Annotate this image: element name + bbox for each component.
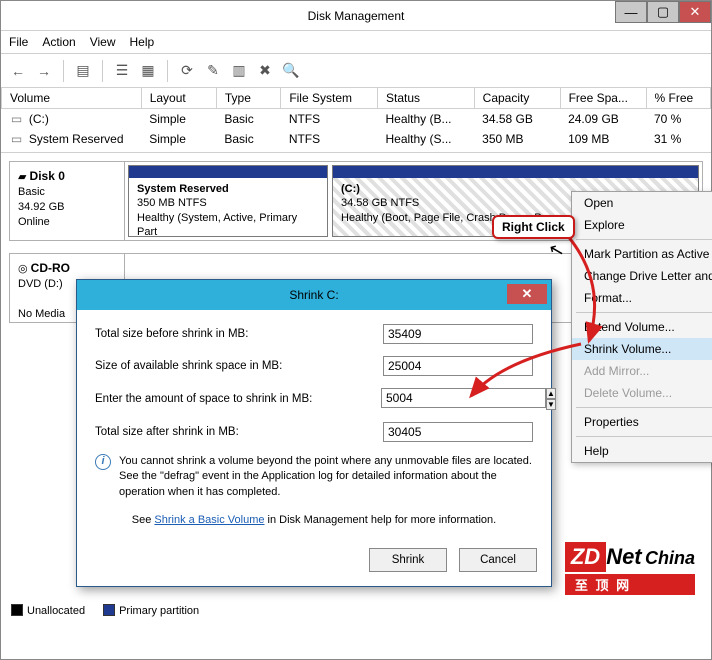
- disk-title: Disk 0: [30, 169, 65, 183]
- col-capacity[interactable]: Capacity: [474, 88, 560, 109]
- cm-explore[interactable]: Explore: [572, 214, 712, 236]
- menubar: File Action View Help: [1, 31, 711, 54]
- delete-icon[interactable]: ✖: [254, 60, 276, 82]
- shrink-dialog: Shrink C: ✕ Total size before shrink in …: [76, 279, 552, 587]
- shrink-amount-input[interactable]: [381, 388, 546, 408]
- dialog-title: Shrink C:: [289, 288, 338, 302]
- info-icon: i: [95, 454, 111, 470]
- toolbar-separator: [63, 60, 64, 82]
- col-status[interactable]: Status: [377, 88, 474, 109]
- view-list-icon[interactable]: ▤: [72, 60, 94, 82]
- disk-icon: ▰: [18, 171, 26, 183]
- col-pct[interactable]: % Free: [646, 88, 711, 109]
- volume-row[interactable]: ▭ System Reserved Simple Basic NTFS Heal…: [2, 129, 711, 149]
- view-grid-icon[interactable]: ▦: [137, 60, 159, 82]
- window-title: Disk Management: [308, 9, 405, 23]
- maximize-button[interactable]: ▢: [647, 1, 679, 23]
- dialog-close-button[interactable]: ✕: [507, 284, 547, 304]
- value-total-after: 30405: [383, 422, 533, 442]
- volume-icon: ▭: [10, 132, 24, 146]
- label-total-after: Total size after shrink in MB:: [95, 426, 383, 438]
- dialog-titlebar[interactable]: Shrink C: ✕: [77, 280, 551, 310]
- toolbar-separator: [167, 60, 168, 82]
- partition-system-reserved[interactable]: System Reserved 350 MB NTFS Healthy (Sys…: [128, 165, 328, 237]
- partition-name: (C:): [341, 183, 360, 195]
- cm-separator: [576, 312, 712, 313]
- cm-properties[interactable]: Properties: [572, 411, 712, 433]
- dialog-info-text: You cannot shrink a volume beyond the po…: [119, 454, 533, 500]
- titlebar: Disk Management — ▢ ✕: [1, 1, 711, 31]
- legend-swatch-unallocated: [11, 604, 23, 616]
- cm-help[interactable]: Help: [572, 440, 712, 462]
- cm-extend-volume[interactable]: Extend Volume...: [572, 316, 712, 338]
- value-total-before: 35409: [383, 324, 533, 344]
- cm-add-mirror: Add Mirror...: [572, 360, 712, 382]
- disk-title: CD-RO: [31, 261, 70, 275]
- minimize-button[interactable]: —: [615, 1, 647, 23]
- shrink-button[interactable]: Shrink: [369, 548, 447, 572]
- col-fs[interactable]: File System: [281, 88, 378, 109]
- cm-mark-active[interactable]: Mark Partition as Active: [572, 243, 712, 265]
- spin-up-button[interactable]: ▲: [546, 388, 556, 399]
- right-click-callout: Right Click: [492, 215, 575, 239]
- volume-header-row: Volume Layout Type File System Status Ca…: [2, 88, 711, 109]
- value-available: 25004: [383, 356, 533, 376]
- spin-down-button[interactable]: ▼: [546, 399, 556, 410]
- label-enter-shrink: Enter the amount of space to shrink in M…: [95, 393, 381, 405]
- menu-help[interactable]: Help: [130, 35, 155, 49]
- col-type[interactable]: Type: [216, 88, 280, 109]
- shrink-help-link[interactable]: Shrink a Basic Volume: [154, 514, 264, 526]
- legend-swatch-primary: [103, 604, 115, 616]
- volume-list[interactable]: Volume Layout Type File System Status Ca…: [1, 88, 711, 153]
- toolbar-separator: [102, 60, 103, 82]
- dialog-help-line: See Shrink a Basic Volume in Disk Manage…: [95, 514, 533, 526]
- view-tree-icon[interactable]: ☰: [111, 60, 133, 82]
- menu-file[interactable]: File: [9, 35, 28, 49]
- refresh-icon[interactable]: ⟳: [176, 60, 198, 82]
- cm-shrink-volume[interactable]: Shrink Volume...: [572, 338, 712, 360]
- menu-action[interactable]: Action: [42, 35, 75, 49]
- cdrom-icon: ◎: [18, 263, 28, 275]
- cm-change-letter[interactable]: Change Drive Letter and: [572, 265, 712, 287]
- cm-separator: [576, 407, 712, 408]
- label-available: Size of available shrink space in MB:: [95, 360, 383, 372]
- cm-separator: [576, 239, 712, 240]
- partition-name: System Reserved: [137, 183, 229, 195]
- close-button[interactable]: ✕: [679, 1, 711, 23]
- properties-icon[interactable]: ▥: [228, 60, 250, 82]
- label-total-before: Total size before shrink in MB:: [95, 328, 383, 340]
- context-menu: Open Explore Mark Partition as Active Ch…: [571, 191, 712, 463]
- nav-back-icon[interactable]: ←: [7, 60, 29, 82]
- menu-view[interactable]: View: [90, 35, 116, 49]
- col-layout[interactable]: Layout: [141, 88, 216, 109]
- legend: Unallocated Primary partition: [11, 604, 199, 617]
- nav-forward-icon[interactable]: →: [33, 60, 55, 82]
- col-free[interactable]: Free Spa...: [560, 88, 646, 109]
- volume-row[interactable]: ▭ (C:) Simple Basic NTFS Healthy (B... 3…: [2, 109, 711, 130]
- toolbar: ← → ▤ ☰ ▦ ⟳ ✎ ▥ ✖ 🔍: [1, 54, 711, 88]
- cm-open[interactable]: Open: [572, 192, 712, 214]
- find-icon[interactable]: 🔍: [280, 60, 302, 82]
- volume-icon: ▭: [10, 112, 24, 126]
- cm-format[interactable]: Format...: [572, 287, 712, 309]
- cancel-button[interactable]: Cancel: [459, 548, 537, 572]
- edit-icon[interactable]: ✎: [202, 60, 224, 82]
- cm-separator: [576, 436, 712, 437]
- col-volume[interactable]: Volume: [2, 88, 142, 109]
- cm-delete-volume: Delete Volume...: [572, 382, 712, 404]
- watermark: ZDNet China 至 顶 网: [565, 542, 695, 595]
- disk-label[interactable]: ▰ Disk 0 Basic 34.92 GB Online: [10, 162, 125, 240]
